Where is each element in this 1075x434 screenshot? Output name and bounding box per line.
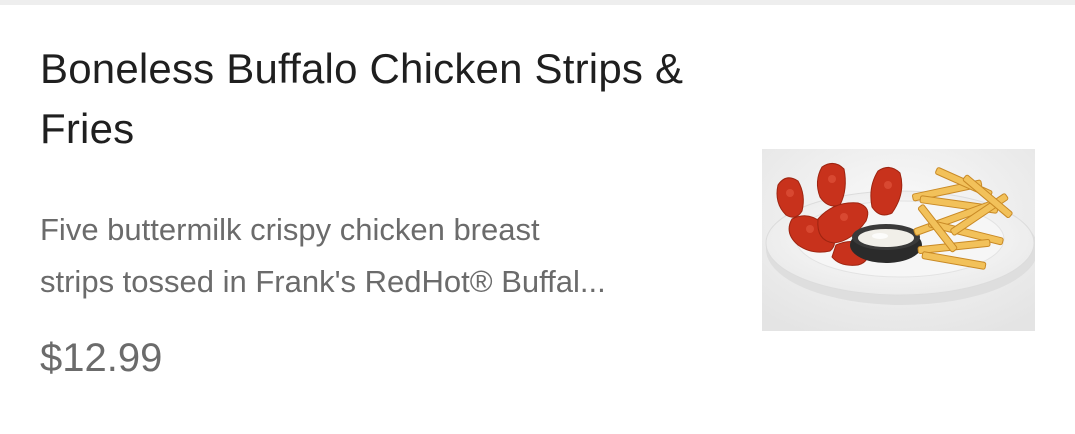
item-title: Boneless Buffalo Chicken Strips & Fries bbox=[40, 45, 684, 152]
menu-item-card[interactable]: Boneless Buffalo Chicken Strips & Fries … bbox=[0, 5, 1075, 434]
item-image[interactable] bbox=[762, 149, 1035, 331]
food-photo-illustration bbox=[762, 149, 1035, 331]
item-price: $12.99 bbox=[40, 336, 163, 380]
item-description: Five buttermilk crispy chicken breast st… bbox=[40, 212, 606, 299]
